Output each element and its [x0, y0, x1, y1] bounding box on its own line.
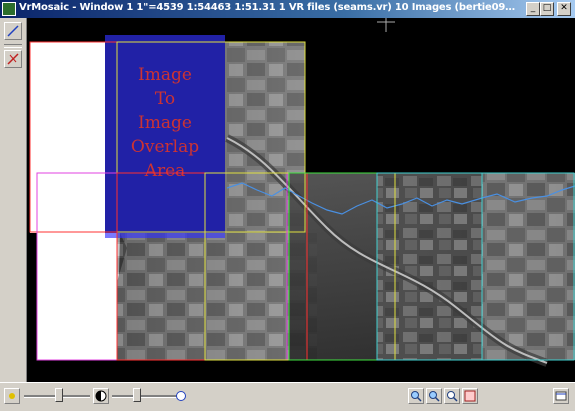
options-button[interactable] [553, 388, 569, 404]
options-icon [555, 391, 567, 401]
window-title: VrMosaic - Window 1 1"=4539 1:54463 1:51… [19, 2, 519, 13]
zoom-in-button[interactable] [408, 388, 424, 404]
contrast-slider-thumb[interactable] [133, 388, 141, 402]
zoom-window-icon [447, 391, 458, 402]
edit-seam-tool[interactable] [4, 50, 22, 68]
edit-seam-icon [7, 53, 19, 65]
mosaic-viewport[interactable]: Image To Image Overlap Area [27, 18, 575, 382]
overlap-label-line: Image [138, 113, 192, 133]
maximize-button[interactable]: □ [540, 2, 554, 16]
reset-radio[interactable] [176, 391, 186, 401]
zoom-out-icon [429, 391, 440, 402]
zoom-extents-icon [464, 390, 476, 402]
overlap-label-line: Overlap [131, 137, 199, 157]
overlap-label-line: Area [144, 161, 186, 181]
zoom-in-icon [411, 391, 422, 402]
zoom-extents-button[interactable] [462, 388, 478, 404]
contrast-icon [95, 390, 107, 402]
draw-line-tool[interactable] [4, 22, 22, 40]
minimize-button[interactable]: _ [526, 2, 540, 16]
bottom-toolbar [0, 382, 575, 411]
vrmosaic-window: VrMosaic - Window 1 1"=4539 1:54463 1:51… [0, 0, 575, 411]
brightness-icon [9, 393, 15, 399]
toolbar-separator [4, 44, 22, 48]
close-button[interactable]: ✕ [557, 2, 571, 16]
mosaic-canvas[interactable]: Image To Image Overlap Area [27, 18, 575, 382]
brightness-button[interactable] [4, 388, 20, 404]
contrast-button[interactable] [93, 388, 109, 404]
zoom-window-button[interactable] [444, 388, 460, 404]
crosshair-cursor [377, 18, 395, 32]
contrast-slider-track[interactable] [112, 395, 178, 398]
app-icon[interactable] [2, 2, 16, 16]
zoom-out-button[interactable] [426, 388, 442, 404]
imagery-tile [482, 173, 575, 360]
left-toolbar [0, 18, 27, 382]
overlap-label-line: To [155, 89, 175, 109]
overlap-label-line: Image [138, 65, 192, 85]
draw-line-icon [7, 25, 19, 37]
title-bar[interactable]: VrMosaic - Window 1 1"=4539 1:54463 1:51… [0, 0, 575, 18]
brightness-slider-thumb[interactable] [55, 388, 63, 402]
